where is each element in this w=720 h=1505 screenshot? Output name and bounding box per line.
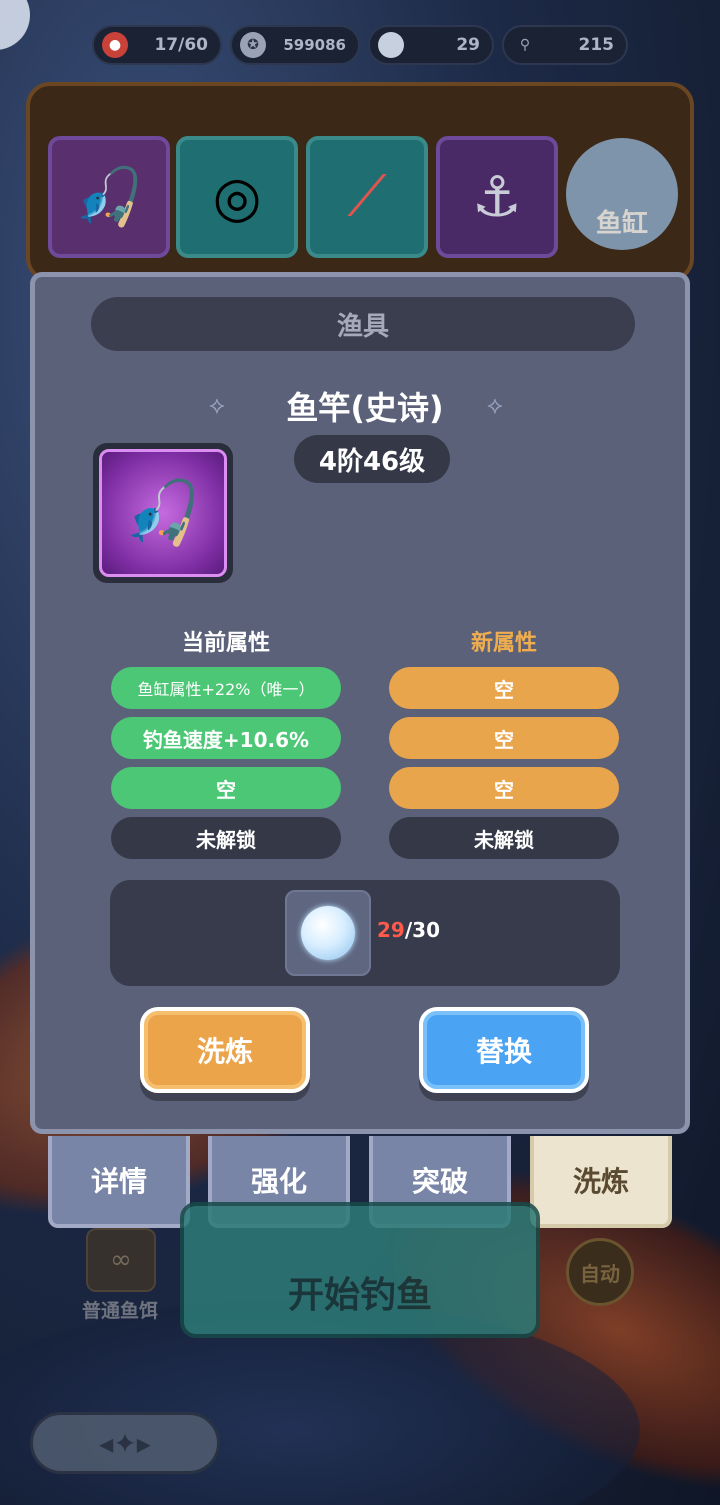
tab-refine[interactable]: 洗炼 — [530, 1136, 672, 1228]
fishing-reel-icon: ◎ — [212, 164, 262, 230]
moon-decoration — [0, 0, 30, 50]
gear-slot-hook[interactable]: ⚓ — [436, 136, 558, 258]
item-name: 鱼竿(史诗) — [286, 389, 444, 427]
current-attr-3: 空 — [111, 767, 341, 809]
resource-value: 29 — [456, 35, 480, 55]
new-attrs-title: 新属性 — [470, 631, 537, 656]
resource-hooks: ⚲ 215 — [502, 25, 628, 65]
resource-bar: ● 17/60 ✪ 599086 29 ⚲ 215 — [92, 25, 628, 65]
gear-slot-reel[interactable]: ◎ — [176, 136, 298, 258]
resource-value: 215 — [578, 35, 615, 55]
new-attr-2: 空 — [389, 717, 619, 759]
pearl-icon — [301, 906, 355, 960]
fish-tank-label: 鱼缸 — [595, 209, 648, 239]
item-level-badge: 4阶46级 — [294, 435, 450, 483]
resource-pearls: 29 — [368, 25, 494, 65]
refine-button[interactable]: 洗炼 — [140, 1007, 310, 1093]
new-attr-3: 空 — [389, 767, 619, 809]
fishing-rod-icon: 🎣 — [74, 165, 144, 230]
cost-count: 29/30 — [377, 918, 440, 942]
start-fishing-label: 开始钓鱼 — [287, 1275, 432, 1316]
cost-have: 29 — [377, 918, 405, 942]
start-fishing-button[interactable]: 开始钓鱼 — [180, 1202, 540, 1338]
fish-back-icon: ◂✦▸ — [99, 1426, 151, 1460]
tab-details[interactable]: 详情 — [48, 1136, 190, 1228]
resource-coins: ✪ 599086 — [230, 25, 360, 65]
item-icon-frame: 🎣 — [93, 443, 233, 583]
current-attr-2: 钓鱼速度+10.6% — [111, 717, 341, 759]
gear-slot-float[interactable]: ⟋ — [306, 136, 428, 258]
cost-need: /30 — [404, 918, 440, 942]
pearl-icon — [378, 32, 404, 58]
new-attr-4: 未解锁 — [389, 817, 619, 859]
fishing-rod-icon: 🎣 — [99, 449, 227, 577]
fishing-hook-icon: ⚲ — [519, 37, 531, 53]
gear-modal: 渔具 ⟡ 鱼竿(史诗) ⟡ 4阶46级 🎣 当前属性 新属性 鱼缸属性+22%（… — [30, 272, 690, 1134]
gear-slot-rod[interactable]: 🎣 — [48, 136, 170, 258]
bait-slot[interactable]: ∞ — [86, 1228, 156, 1292]
current-attrs-title: 当前属性 — [181, 631, 270, 656]
current-attr-1: 鱼缸属性+22%（唯一） — [111, 667, 341, 709]
resource-energy: ● 17/60 — [92, 25, 222, 65]
current-attr-4: 未解锁 — [111, 817, 341, 859]
fishing-hook-icon: ⚓ — [471, 164, 523, 230]
player-avatar-icon: ● — [102, 32, 128, 58]
auto-button[interactable]: 自动 — [566, 1238, 634, 1306]
flourish-right-icon: ⟡ — [487, 391, 503, 419]
bait-label: 普通鱼饵 — [81, 1300, 158, 1322]
replace-button[interactable]: 替换 — [419, 1007, 589, 1093]
modal-title: 渔具 — [91, 297, 635, 351]
fish-tank-button[interactable]: 鱼缸 — [566, 138, 678, 250]
refine-cost-panel: 29/30 — [110, 880, 620, 986]
flourish-left-icon: ⟡ — [209, 391, 225, 419]
new-attr-1: 空 — [389, 667, 619, 709]
resource-value: 599086 — [283, 36, 346, 54]
cost-item-slot[interactable] — [285, 890, 371, 976]
coin-icon: ✪ — [240, 32, 266, 58]
back-button[interactable]: ◂✦▸ — [30, 1412, 220, 1474]
bait-count: ∞ — [110, 1245, 132, 1275]
fishing-float-icon: ⟋ — [347, 164, 387, 229]
resource-value: 17/60 — [154, 35, 208, 55]
